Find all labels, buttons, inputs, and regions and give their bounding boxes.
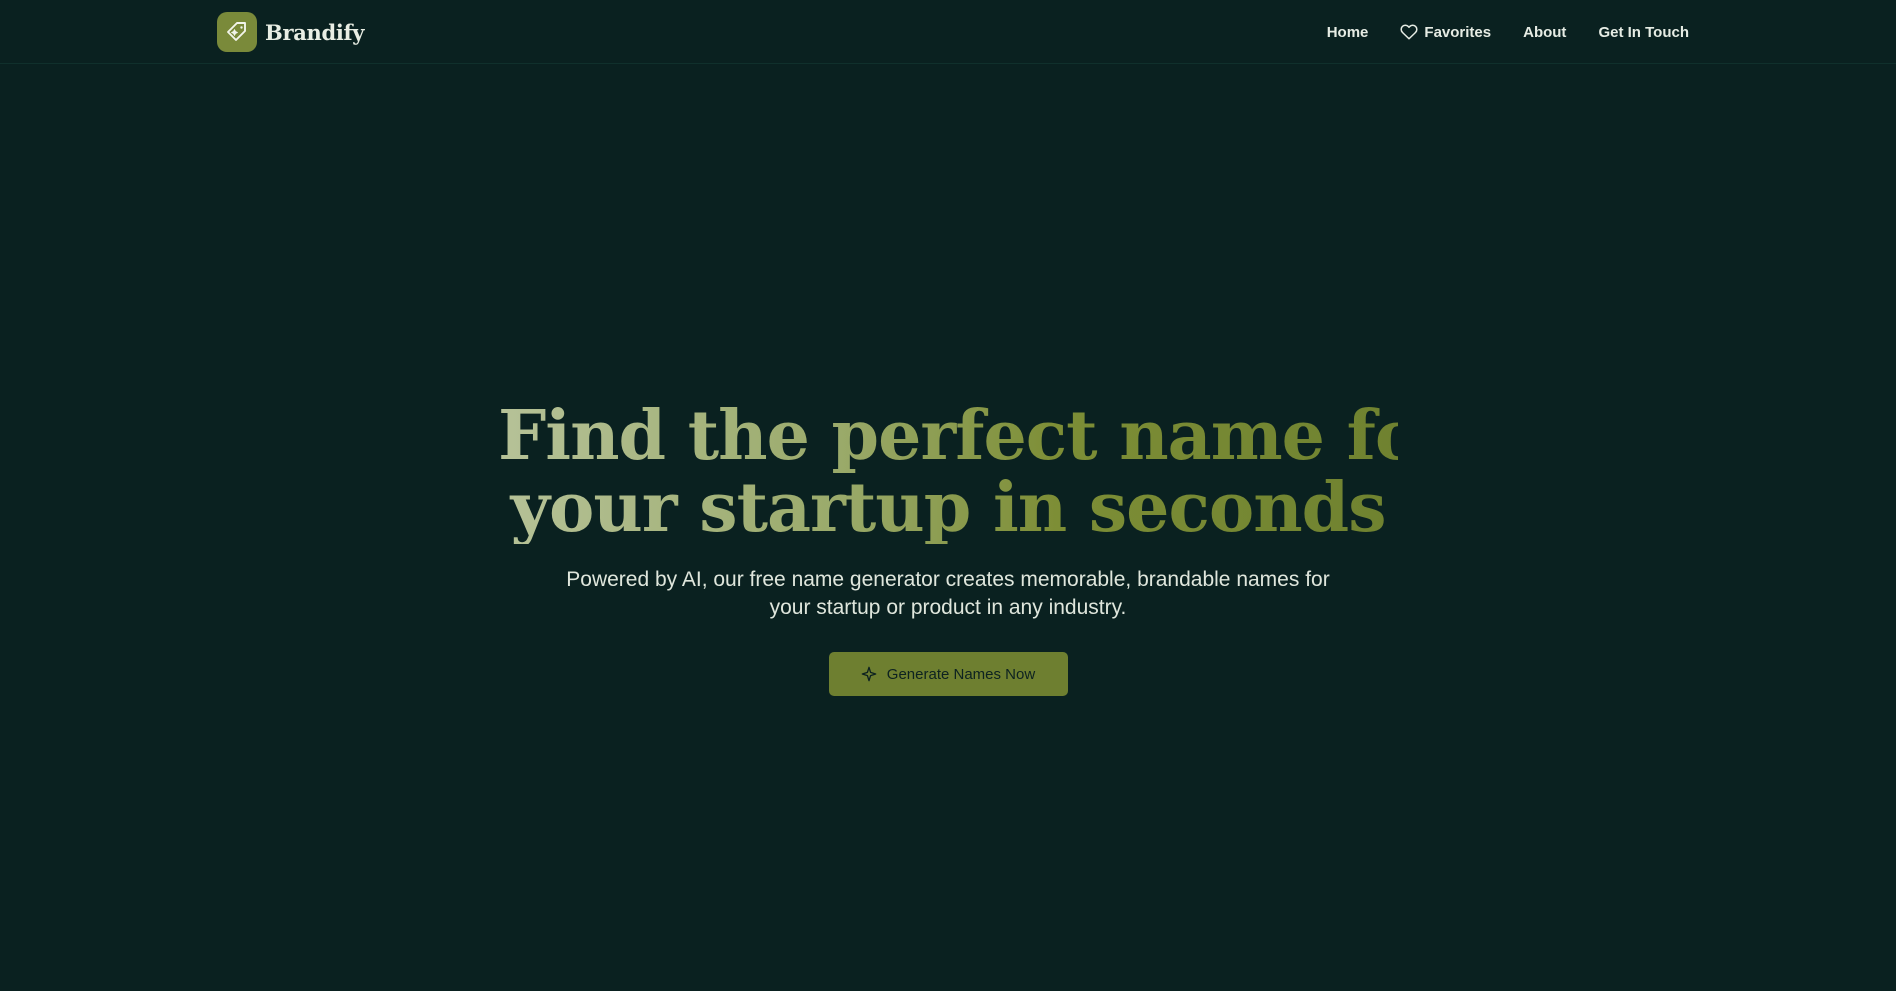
nav-home[interactable]: Home <box>1327 24 1369 41</box>
hero-subtitle: Powered by AI, our free name generator c… <box>566 568 1330 619</box>
brand-link[interactable]: Brandify <box>217 12 364 52</box>
logo <box>217 12 257 52</box>
generate-names-label: Generate Names Now <box>886 665 1036 683</box>
main-nav: Home Favorites About Get In Touch <box>1327 18 1689 46</box>
tag-sparkle-icon <box>227 22 246 41</box>
brand-name: Brandify <box>265 19 365 45</box>
nav-home-label: Home <box>1326 23 1369 41</box>
nav-get-in-touch[interactable]: Get In Touch <box>1598 24 1689 41</box>
hero-title-line-2: your startup in seconds <box>510 468 1386 544</box>
nav-favorites-label: Favorites <box>1424 23 1492 41</box>
nav-favorites[interactable]: Favorites <box>1400 23 1491 41</box>
nav-about-label: About <box>1523 23 1567 41</box>
nav-about[interactable]: About <box>1523 24 1566 41</box>
nav-get-in-touch-label: Get In Touch <box>1598 23 1689 41</box>
hero-title: Find the perfect name for your startup i… <box>498 400 1398 544</box>
hero-section: Find the perfect name for your startup i… <box>0 400 1896 696</box>
heart-icon <box>1400 24 1418 40</box>
sparkle-icon <box>861 666 877 682</box>
top-header: Brandify Home Favorites About Get In Tou… <box>0 0 1896 64</box>
generate-names-button[interactable]: Generate Names Now <box>828 652 1068 696</box>
hero-title-line-1: Find the perfect name for <box>498 400 1398 476</box>
